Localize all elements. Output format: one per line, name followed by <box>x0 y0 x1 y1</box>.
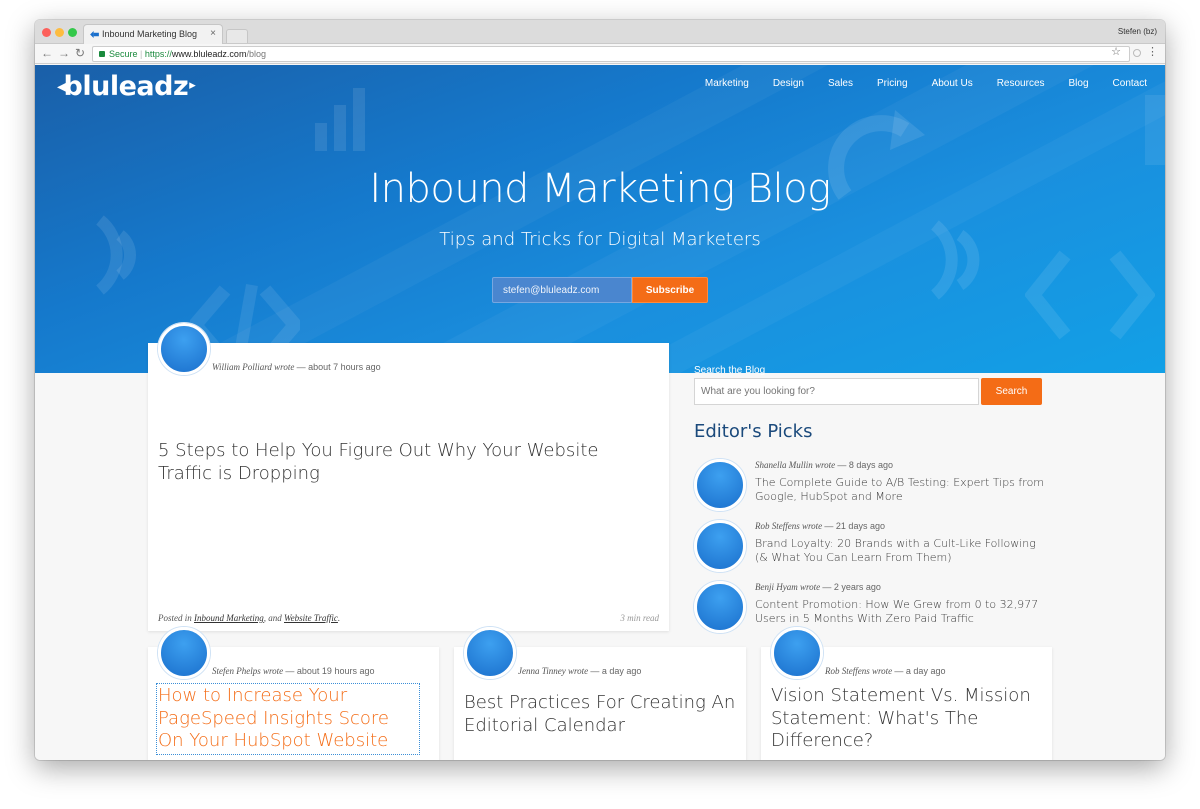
page-subtitle: Tips and Tricks for Digital Marketers <box>439 229 761 250</box>
nav-link-sales[interactable]: Sales <box>814 78 863 89</box>
close-window-button[interactable] <box>42 28 51 37</box>
logo-tail-icon: ▸ <box>189 78 196 93</box>
featured-post-byline: William Polliard wrote — about 7 hours a… <box>212 362 381 372</box>
bluleadz-logo[interactable]: ◂bluleadz▸ <box>57 71 196 102</box>
maximize-window-button[interactable] <box>68 28 77 37</box>
featured-post-author: William Polliard wrote <box>212 362 295 372</box>
bookmark-star-icon[interactable]: ☆ <box>1111 45 1121 58</box>
post-author-avatar[interactable] <box>158 627 210 679</box>
browser-toolbar: ← → ↻ Secure | https://www.bluleadz.com/… <box>35 44 1165 64</box>
chart-decor-icon <box>315 88 365 151</box>
post-author-avatar[interactable] <box>464 627 516 679</box>
post-author-avatar[interactable] <box>771 627 823 679</box>
tab-title: Inbound Marketing Blog <box>102 29 198 39</box>
url-path: /blog <box>246 49 266 59</box>
pick-author-avatar[interactable] <box>694 520 746 572</box>
tab-bar: Inbound Marketing Blog × Stefen (bz) <box>35 20 1165 44</box>
tab-inbound-marketing-blog[interactable]: Inbound Marketing Blog × <box>83 24 223 44</box>
profile-name[interactable]: Stefen (bz) <box>1118 27 1157 36</box>
featured-post-time: — about 7 hours ago <box>296 362 381 372</box>
main-nav: Marketing Design Sales Pricing About Us … <box>691 78 1157 89</box>
pick-author: Shanella Mullin wrote <box>755 460 836 470</box>
nav-link-design[interactable]: Design <box>759 78 814 89</box>
post-byline: Jenna Tinney wrote — a day ago <box>518 666 641 676</box>
code-decor-icon-right <box>1025 250 1155 340</box>
broadcast-decor-icon-right <box>931 220 980 300</box>
post-author: Rob Steffens wrote <box>825 666 893 676</box>
nav-link-blog[interactable]: Blog <box>1055 78 1099 89</box>
post-time: — about 19 hours ago <box>285 666 375 676</box>
pick-author-avatar[interactable] <box>694 459 746 511</box>
post-time: — a day ago <box>894 666 946 676</box>
pick-title[interactable]: Content Promotion: How We Grew from 0 to… <box>755 598 1045 626</box>
nav-link-about-us[interactable]: About Us <box>918 78 983 89</box>
pick-title[interactable]: Brand Loyalty: 20 Brands with a Cult-Lik… <box>755 537 1045 565</box>
post-title-link[interactable]: Best Practices For Creating An Editorial… <box>464 692 739 737</box>
category-link-inbound-marketing[interactable]: Inbound Marketing <box>194 613 264 623</box>
back-arrow-icon[interactable]: ← <box>41 46 53 60</box>
bluleadz-favicon-icon <box>90 31 99 38</box>
post-byline: Stefen Phelps wrote — about 19 hours ago <box>212 666 374 676</box>
subscribe-email-input[interactable] <box>492 277 632 303</box>
nav-link-resources[interactable]: Resources <box>983 78 1055 89</box>
category-end: . <box>337 613 341 623</box>
forward-arrow-icon[interactable]: → <box>58 46 70 60</box>
url-scheme: https:// <box>144 49 172 59</box>
editors-picks-heading: Editor's Picks <box>694 421 813 442</box>
edge-decor-icon <box>1145 95 1165 165</box>
pick-author: Benji Hyam wrote <box>755 582 821 592</box>
featured-read-time: 3 min read <box>620 613 659 623</box>
post-byline: Rob Steffens wrote — a day ago <box>825 666 945 676</box>
pick-time: — 2 years ago <box>822 582 881 592</box>
lock-icon <box>99 51 105 57</box>
page-viewport: ◂bluleadz▸ Marketing Design Sales Pricin… <box>35 65 1165 760</box>
subscribe-button[interactable]: Subscribe <box>632 277 708 303</box>
broadcast-decor-icon <box>96 215 136 295</box>
post-time: — a day ago <box>590 666 642 676</box>
nav-link-pricing[interactable]: Pricing <box>863 78 918 89</box>
blog-search-input[interactable] <box>694 378 979 405</box>
pick-author-avatar[interactable] <box>694 581 746 633</box>
pick-byline: Shanella Mullin wrote — 8 days ago <box>755 460 893 470</box>
browser-menu-icon[interactable]: ⋮ <box>1147 45 1158 58</box>
hero-banner: ◂bluleadz▸ Marketing Design Sales Pricin… <box>35 65 1165 373</box>
logo-text: bluleadz <box>63 71 189 102</box>
featured-author-avatar[interactable] <box>158 323 210 375</box>
secure-label: Secure <box>109 49 138 59</box>
pick-byline: Rob Steffens wrote — 21 days ago <box>755 521 885 531</box>
address-bar[interactable]: Secure | https://www.bluleadz.com/blog <box>92 46 1130 62</box>
search-label: Search the Blog <box>694 365 766 376</box>
url-host: www.bluleadz.com <box>171 49 247 59</box>
post-title-link[interactable]: Vision Statement Vs. Mission Statement: … <box>771 685 1046 753</box>
pick-title[interactable]: The Complete Guide to A/B Testing: Exper… <box>755 476 1045 504</box>
new-tab-button[interactable] <box>226 29 248 43</box>
pick-time: — 21 days ago <box>824 521 885 531</box>
featured-post-title[interactable]: 5 Steps to Help You Figure Out Why Your … <box>158 440 658 485</box>
featured-post-card[interactable]: William Polliard wrote — about 7 hours a… <box>148 343 669 631</box>
posted-in-label: Posted in <box>158 613 192 623</box>
nav-link-marketing[interactable]: Marketing <box>691 78 759 89</box>
tab-close-icon[interactable]: × <box>210 28 216 39</box>
reload-icon[interactable]: ↻ <box>75 46 85 60</box>
page-title: Inbound Marketing Blog <box>369 166 831 212</box>
featured-post-categories: Posted in Inbound Marketing, and Website… <box>158 613 340 623</box>
category-link-website-traffic[interactable]: Website Traffic <box>284 613 338 623</box>
minimize-window-button[interactable] <box>55 28 64 37</box>
blog-search-button[interactable]: Search <box>981 378 1042 405</box>
pick-byline: Benji Hyam wrote — 2 years ago <box>755 582 881 592</box>
category-separator: , and <box>263 613 282 623</box>
pick-time: — 8 days ago <box>837 460 893 470</box>
post-author: Jenna Tinney wrote <box>518 666 589 676</box>
post-author: Stefen Phelps wrote <box>212 666 284 676</box>
browser-window: Inbound Marketing Blog × Stefen (bz) ← →… <box>35 20 1165 760</box>
nav-link-contact[interactable]: Contact <box>1099 78 1157 89</box>
extension-icon[interactable] <box>1133 49 1141 57</box>
pick-author: Rob Steffens wrote <box>755 521 823 531</box>
post-title-link[interactable]: How to Increase Your PageSpeed Insights … <box>156 683 420 755</box>
